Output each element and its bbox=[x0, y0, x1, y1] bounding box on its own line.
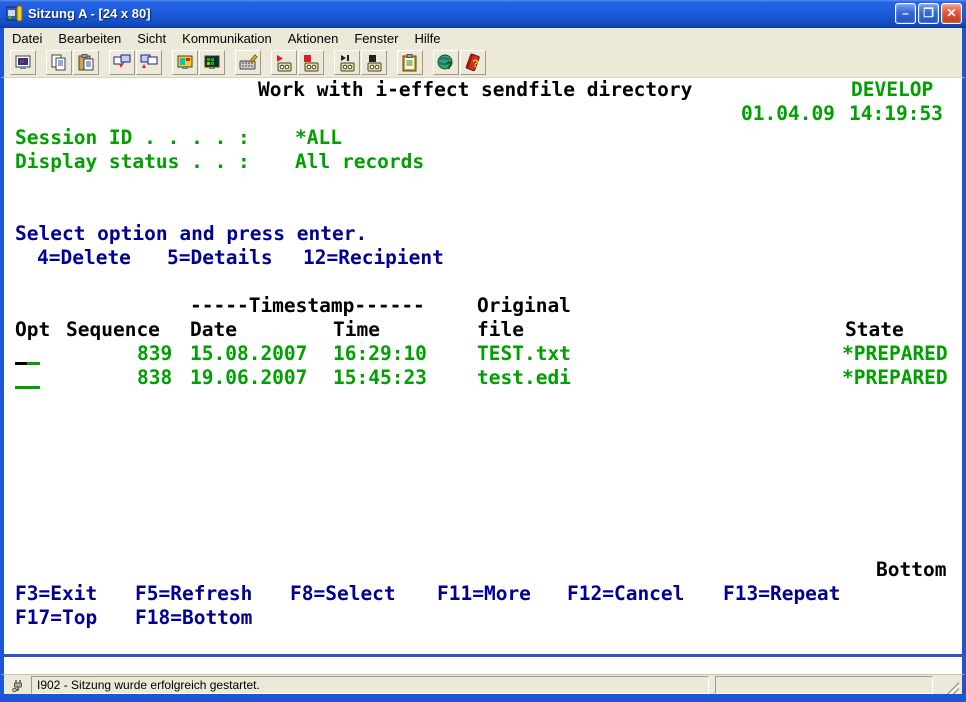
row2-state: *PREPARED bbox=[842, 366, 948, 390]
menu-hilfe[interactable]: Hilfe bbox=[406, 29, 448, 48]
display-status-label: Display status . . : bbox=[15, 150, 250, 174]
record-macro-button[interactable] bbox=[334, 50, 360, 75]
status-bar: I902 - Sitzung wurde erfolgreich gestart… bbox=[0, 674, 966, 698]
window-title: Sitzung A - [24 x 80] bbox=[28, 6, 895, 21]
start-macro-icon bbox=[274, 53, 294, 73]
terminal-screen[interactable]: Work with i-effect sendfile directory DE… bbox=[0, 78, 966, 657]
col-header-state: State bbox=[845, 318, 904, 342]
copy-button[interactable] bbox=[46, 50, 72, 75]
keyboard-setup-button[interactable] bbox=[235, 50, 261, 75]
keyboard-setup-icon bbox=[238, 53, 258, 73]
menu-bar: Datei Bearbeiten Sicht Kommunikation Akt… bbox=[0, 28, 966, 48]
color-setup-button[interactable] bbox=[199, 50, 225, 75]
fkey-f3: F3=Exit bbox=[15, 582, 97, 606]
fkey-f11: F11=More bbox=[437, 582, 531, 606]
session-app-icon bbox=[6, 5, 23, 22]
fkey-f17: F17=Top bbox=[15, 606, 97, 630]
receive-file-icon bbox=[139, 53, 159, 73]
stop-macro-icon bbox=[364, 53, 384, 73]
connection-status-icon bbox=[7, 677, 31, 693]
record-macro-icon bbox=[337, 53, 357, 73]
receive-file-button[interactable] bbox=[136, 50, 162, 75]
col-header-date: Date bbox=[190, 318, 237, 342]
display-setup-button[interactable] bbox=[172, 50, 198, 75]
row1-time: 16:29:10 bbox=[333, 342, 427, 366]
resize-grip[interactable] bbox=[947, 682, 959, 694]
row2-file: test.edi bbox=[477, 366, 571, 390]
menu-kommunikation[interactable]: Kommunikation bbox=[174, 29, 280, 48]
copy-icon bbox=[49, 53, 69, 73]
position-indicator: Bottom bbox=[876, 558, 946, 582]
menu-datei[interactable]: Datei bbox=[4, 29, 50, 48]
option-recipient: 12=Recipient bbox=[303, 246, 444, 270]
col-header-opt: Opt bbox=[15, 318, 50, 342]
status-secondary-panel bbox=[715, 676, 933, 694]
session-id-value: *ALL bbox=[295, 126, 342, 150]
row1-date: 15.08.2007 bbox=[190, 342, 307, 366]
menu-aktionen[interactable]: Aktionen bbox=[280, 29, 347, 48]
system-name: DEVELOP bbox=[851, 78, 933, 102]
timestamp-group-header: -----Timestamp------ bbox=[190, 294, 425, 318]
option-delete: 4=Delete bbox=[37, 246, 131, 270]
col-header-file: file bbox=[477, 318, 524, 342]
row1-state: *PREPARED bbox=[842, 342, 948, 366]
help-book-button[interactable]: ? bbox=[460, 50, 486, 75]
session-icon bbox=[13, 53, 33, 73]
fkey-f5: F5=Refresh bbox=[135, 582, 252, 606]
close-button[interactable]: ✕ bbox=[941, 3, 962, 24]
paste-button[interactable] bbox=[73, 50, 99, 75]
svg-text:?: ? bbox=[446, 60, 453, 72]
oia-area bbox=[0, 657, 966, 674]
screen-title: Work with i-effect sendfile directory bbox=[258, 78, 692, 102]
fkey-f13: F13=Repeat bbox=[723, 582, 840, 606]
title-bar: Sitzung A - [24 x 80] – ❐ ✕ bbox=[0, 0, 966, 28]
send-file-button[interactable] bbox=[109, 50, 135, 75]
display-setup-icon bbox=[175, 53, 195, 73]
original-group-header: Original bbox=[477, 294, 571, 318]
row1-sequence: 839 bbox=[137, 342, 172, 366]
session-id-label: Session ID . . . . : bbox=[15, 126, 250, 150]
fkey-f18: F18=Bottom bbox=[135, 606, 252, 630]
stop-macro-button[interactable] bbox=[361, 50, 387, 75]
start-macro-button[interactable] bbox=[271, 50, 297, 75]
row2-opt-input[interactable] bbox=[15, 386, 40, 389]
col-header-sequence: Sequence bbox=[66, 318, 160, 342]
row1-file: TEST.txt bbox=[477, 342, 571, 366]
cursor bbox=[15, 362, 27, 365]
minimize-button[interactable]: – bbox=[895, 3, 916, 24]
paste-icon bbox=[76, 53, 96, 73]
status-message: I902 - Sitzung wurde erfolgreich gestart… bbox=[31, 676, 709, 694]
col-header-time: Time bbox=[333, 318, 380, 342]
menu-fenster[interactable]: Fenster bbox=[346, 29, 406, 48]
quit-macro-button[interactable] bbox=[298, 50, 324, 75]
clipboard-icon bbox=[400, 53, 420, 73]
clipboard-button[interactable] bbox=[397, 50, 423, 75]
help-book-icon: ? bbox=[463, 53, 483, 73]
row1-opt-input[interactable] bbox=[27, 362, 40, 365]
select-prompt: Select option and press enter. bbox=[15, 222, 367, 246]
session-button[interactable] bbox=[10, 50, 36, 75]
svg-text:?: ? bbox=[472, 58, 479, 70]
fkey-f12: F12=Cancel bbox=[567, 582, 684, 606]
screen-time: 14:19:53 bbox=[849, 102, 943, 126]
row2-date: 19.06.2007 bbox=[190, 366, 307, 390]
help-globe-icon: ? bbox=[436, 53, 456, 73]
row2-time: 15:45:23 bbox=[333, 366, 427, 390]
maximize-button[interactable]: ❐ bbox=[918, 3, 939, 24]
color-setup-icon bbox=[202, 53, 222, 73]
quit-macro-icon bbox=[301, 53, 321, 73]
option-details: 5=Details bbox=[167, 246, 273, 270]
help-globe-button[interactable]: ? bbox=[433, 50, 459, 75]
send-file-icon bbox=[112, 53, 132, 73]
display-status-value: All records bbox=[295, 150, 424, 174]
screen-date: 01.04.09 bbox=[741, 102, 835, 126]
emulator-window: Sitzung A - [24 x 80] – ❐ ✕ Datei Bearbe… bbox=[0, 0, 966, 702]
row2-sequence: 838 bbox=[137, 366, 172, 390]
menu-sicht[interactable]: Sicht bbox=[129, 29, 174, 48]
toolbar: ? ? bbox=[0, 48, 966, 78]
menu-bearbeiten[interactable]: Bearbeiten bbox=[50, 29, 129, 48]
fkey-f8: F8=Select bbox=[290, 582, 396, 606]
